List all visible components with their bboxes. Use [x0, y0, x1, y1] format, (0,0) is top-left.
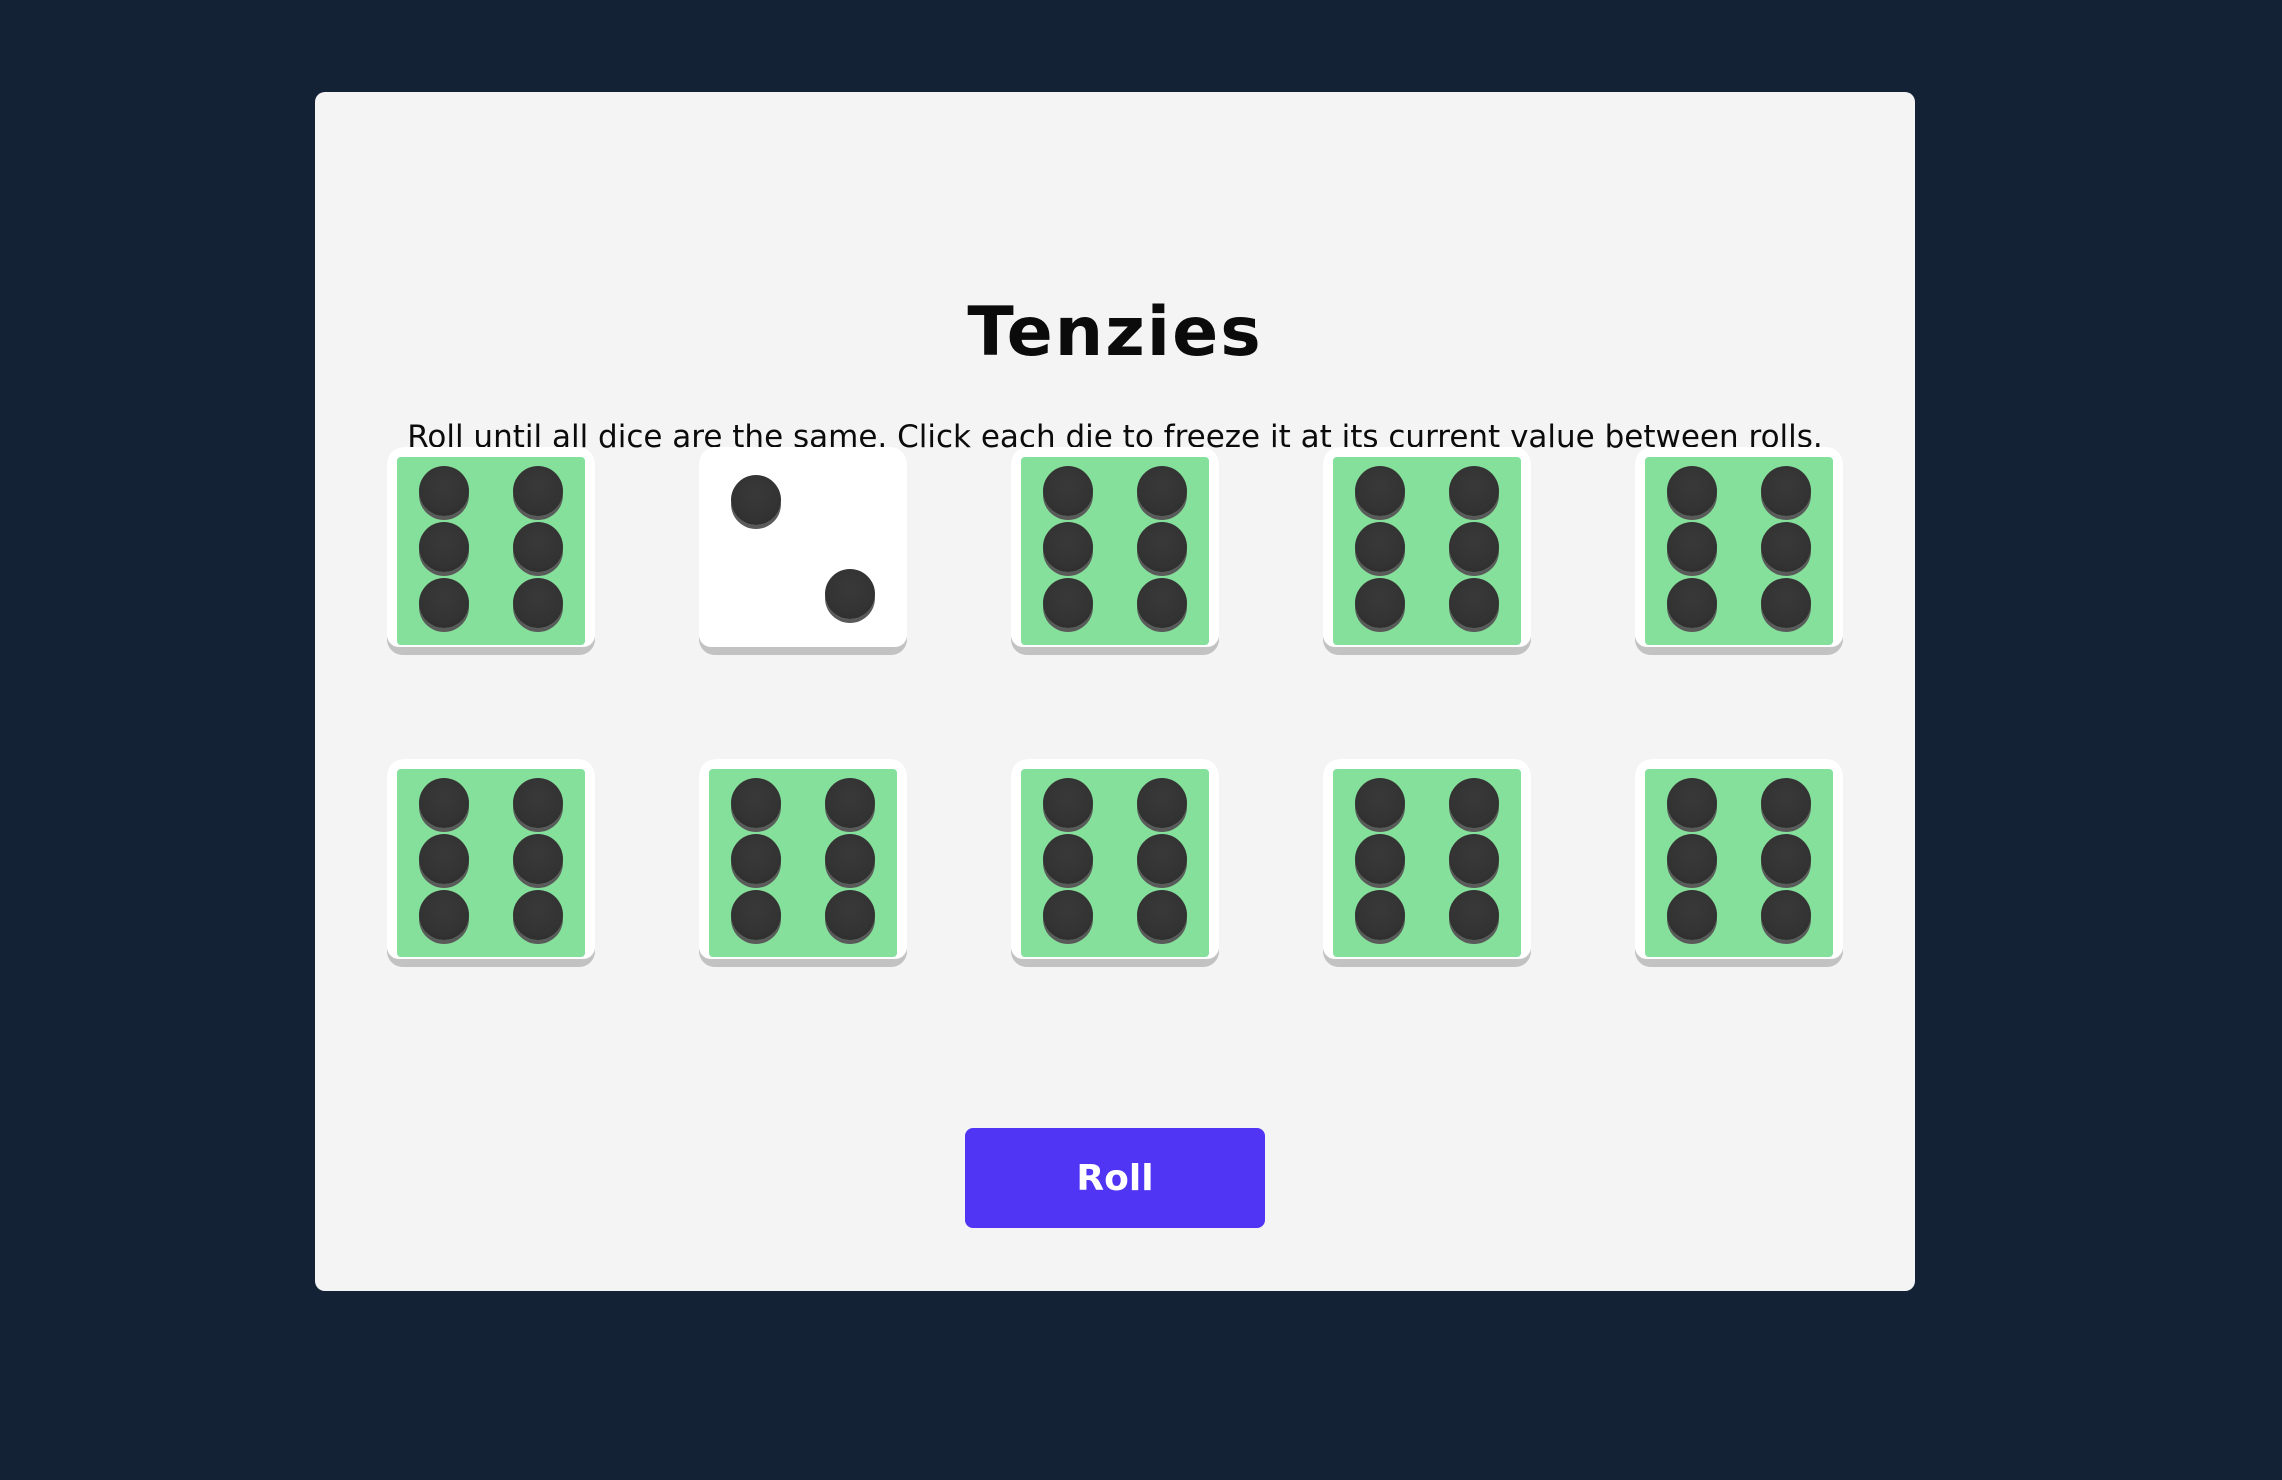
- die-pip: [1355, 834, 1405, 884]
- die-pip: [1667, 834, 1717, 884]
- die-9[interactable]: [1323, 759, 1531, 967]
- die-pip: [1761, 777, 1811, 828]
- die-pip: [1137, 834, 1187, 884]
- die-3[interactable]: [1011, 447, 1219, 655]
- die-pip: [731, 777, 781, 828]
- die-pip: [731, 475, 781, 525]
- die-1[interactable]: [387, 447, 595, 655]
- die-6[interactable]: [387, 759, 595, 967]
- game-title: Tenzies: [967, 292, 1263, 372]
- die-pip: [1761, 522, 1811, 572]
- die-pip: [1667, 777, 1717, 828]
- die-pip: [419, 834, 469, 884]
- die-pip: [731, 834, 781, 884]
- die-pip: [1449, 522, 1499, 572]
- die-pip: [1449, 465, 1499, 516]
- die-pip: [1043, 777, 1093, 828]
- die-pip: [1449, 777, 1499, 828]
- roll-button[interactable]: Roll: [965, 1128, 1265, 1228]
- die-pip: [1355, 465, 1405, 516]
- die-pip: [419, 465, 469, 516]
- die-5[interactable]: [1635, 447, 1843, 655]
- die-pip: [825, 569, 875, 619]
- die-pip: [513, 777, 563, 828]
- die-7[interactable]: [699, 759, 907, 967]
- die-pip: [825, 834, 875, 884]
- die-10[interactable]: [1635, 759, 1843, 967]
- die-pip: [419, 522, 469, 572]
- die-pip: [1449, 834, 1499, 884]
- die-4[interactable]: [1323, 447, 1531, 655]
- die-2[interactable]: [699, 447, 907, 655]
- die-pip: [513, 834, 563, 884]
- die-pip: [419, 777, 469, 828]
- die-pip: [1667, 465, 1717, 516]
- die-pip: [1355, 777, 1405, 828]
- die-pip: [1355, 522, 1405, 572]
- game-board: Tenzies Roll until all dice are the same…: [315, 92, 1915, 1291]
- die-pip: [1043, 465, 1093, 516]
- die-pip: [1761, 834, 1811, 884]
- die-pip: [1137, 522, 1187, 572]
- die-pip: [1667, 522, 1717, 572]
- die-pip: [1137, 777, 1187, 828]
- die-pip: [825, 777, 875, 828]
- die-pip: [1761, 465, 1811, 516]
- die-pip: [513, 465, 563, 516]
- die-pip: [513, 522, 563, 572]
- dice-grid: [387, 447, 1843, 967]
- die-pip: [1043, 834, 1093, 884]
- die-pip: [1137, 465, 1187, 516]
- die-8[interactable]: [1011, 759, 1219, 967]
- die-pip: [1043, 522, 1093, 572]
